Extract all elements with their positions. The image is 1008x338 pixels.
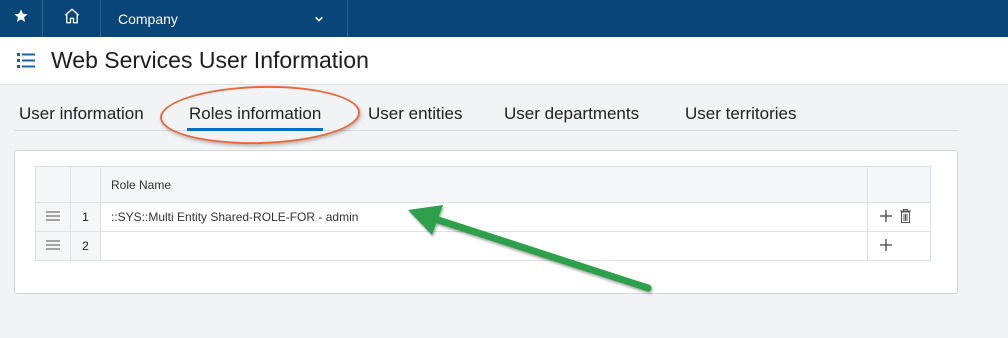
tab-roles-information[interactable]: Roles information [186, 104, 324, 131]
top-nav-bar: Company [0, 0, 1008, 37]
row-actions [867, 231, 931, 261]
row-number: 1 [70, 202, 101, 232]
row-number: 2 [70, 231, 101, 261]
number-column-header [70, 166, 101, 203]
drag-handle[interactable] [35, 231, 71, 261]
company-label: Company [118, 10, 178, 27]
star-icon [13, 8, 29, 29]
home-icon [63, 7, 81, 30]
role-name-column-header: Role Name [100, 166, 868, 203]
row-actions [867, 202, 931, 232]
table-row: 2 [35, 231, 931, 261]
company-dropdown[interactable]: Company [101, 0, 348, 37]
table-header-row: Role Name [35, 166, 931, 203]
drag-handle-icon [46, 210, 60, 224]
role-name-cell[interactable]: ::SYS::Multi Entity Shared-ROLE-FOR - ad… [100, 202, 868, 232]
add-icon[interactable] [880, 238, 892, 254]
roles-table: Role Name 1 ::SYS::Multi Entity Shared-R… [35, 166, 931, 261]
table-row: 1 ::SYS::Multi Entity Shared-ROLE-FOR - … [35, 202, 931, 232]
drag-handle-icon [46, 239, 60, 253]
role-name-value: ::SYS::Multi Entity Shared-ROLE-FOR - ad… [111, 210, 359, 224]
tab-user-territories[interactable]: User territories [685, 104, 796, 124]
role-name-cell[interactable] [100, 231, 868, 261]
chevron-down-icon [314, 11, 324, 29]
drag-handle[interactable] [35, 202, 71, 232]
tab-user-entities[interactable]: User entities [368, 104, 462, 124]
list-icon[interactable] [17, 53, 35, 73]
roles-panel: Role Name 1 ::SYS::Multi Entity Shared-R… [14, 150, 958, 294]
tab-user-information[interactable]: User information [19, 104, 144, 124]
tab-user-departments[interactable]: User departments [504, 104, 639, 124]
page-header: Web Services User Information [0, 37, 1008, 85]
tab-bar: User information Roles information User … [14, 100, 959, 131]
add-icon[interactable] [880, 209, 892, 225]
trash-icon[interactable] [900, 208, 911, 226]
favorites-button[interactable] [0, 0, 43, 37]
actions-column-header [867, 166, 931, 203]
home-button[interactable] [43, 0, 101, 37]
handle-column-header [35, 166, 71, 203]
page-title: Web Services User Information [51, 47, 369, 73]
